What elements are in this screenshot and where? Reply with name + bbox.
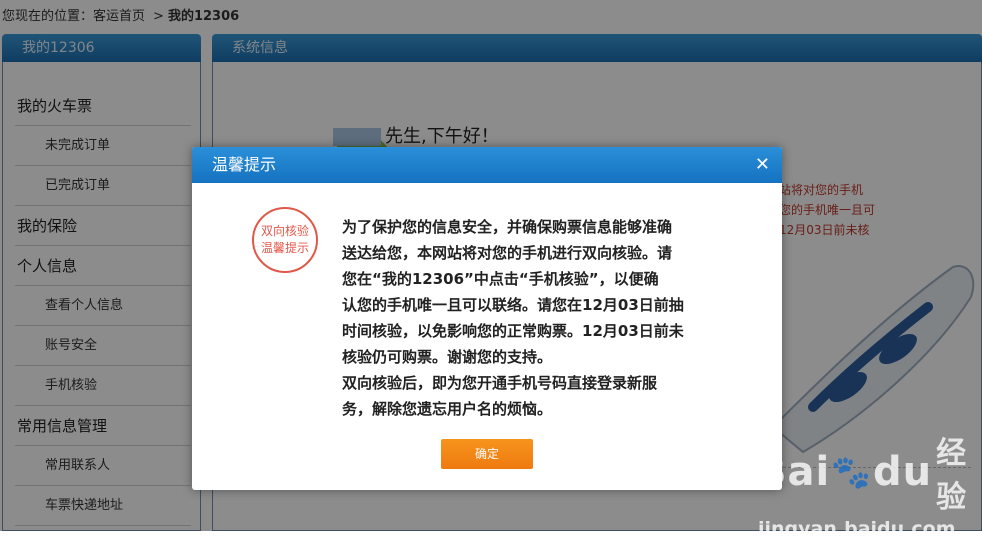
message-line: 送达给您，本网站将对您的手机进行双向核验。请 bbox=[342, 244, 673, 262]
watermark-product: 经验 bbox=[936, 436, 968, 515]
stamp-line: 双向核验 bbox=[260, 224, 309, 238]
confirm-button[interactable]: 确定 bbox=[441, 439, 533, 469]
message-line: 您在“我的12306”中点击“手机核验”，以便确 bbox=[342, 270, 659, 288]
baidu-jingyan-watermark: Bai 🐾 du 经验 jingyan.baidu.com bbox=[756, 428, 982, 540]
paw-icon: 🐾 bbox=[831, 453, 873, 491]
message-line: 核验仍可购票。谢谢您的支持。 bbox=[342, 348, 553, 366]
stamp-line: 温馨提示 bbox=[260, 241, 309, 255]
verification-stamp-icon: 双向核验 温馨提示 bbox=[252, 207, 318, 273]
message-line: 时间核验，以免影响您的正常购票。12月03日前未 bbox=[342, 322, 684, 340]
watermark-url: jingyan.baidu.com bbox=[758, 518, 956, 540]
watermark-brand: Bai 🐾 du 经验 bbox=[756, 428, 982, 516]
message-line: 双向核验后，即为您开通手机号码直接登录新服 bbox=[342, 374, 658, 392]
close-icon[interactable]: ✕ bbox=[755, 147, 770, 183]
message-line: 为了保护您的信息安全，并确保购票信息能够准确 bbox=[342, 218, 673, 236]
dialog-message: 为了保护您的信息安全，并确保购票信息能够准确 送达给您，本网站将对您的手机进行双… bbox=[342, 214, 707, 422]
watermark-brand-left: Bai bbox=[756, 449, 831, 495]
watermark-brand-right: du bbox=[873, 449, 933, 495]
dialog-header: 温馨提示 ✕ bbox=[192, 147, 782, 183]
message-line: 认您的手机唯一且可以联络。请您在12月03日前抽 bbox=[342, 296, 684, 314]
message-line: 务，解除您遗忘用户名的烦恼。 bbox=[342, 400, 553, 418]
reminder-dialog: 温馨提示 ✕ 双向核验 温馨提示 为了保护您的信息安全，并确保购票信息能够准确 … bbox=[192, 147, 782, 490]
dialog-title: 温馨提示 bbox=[212, 155, 277, 174]
